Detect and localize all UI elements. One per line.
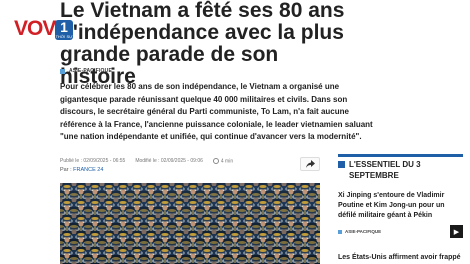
article-lead: Pour célébrer les 80 ans de son indépend… (60, 82, 373, 141)
share-button[interactable] (300, 157, 320, 171)
category-marker-icon (60, 68, 65, 74)
author-prefix: Par : (60, 167, 74, 173)
sidebar-marker-icon (338, 161, 345, 168)
sidebar-item-footer: ASIE-PACIFIQUE ▶ (338, 225, 463, 238)
category-marker-icon (338, 229, 342, 234)
sidebar-item-category-label: ASIE-PACIFIQUE (345, 229, 382, 234)
sidebar-item-text[interactable]: Les États-Unis affirment avoir frappé (338, 253, 463, 263)
arrow-right-icon[interactable]: ▶ (450, 225, 463, 238)
article-title: Le Vietnam a fêté ses 80 ans d'indépenda… (60, 0, 345, 88)
parade-photo-illustration (60, 183, 320, 264)
sidebar-item[interactable]: Les États-Unis affirment avoir frappé (338, 253, 463, 263)
sidebar-title: L'ESSENTIEL DU 3 SEPTEMBRE (349, 160, 421, 180)
clock-icon (212, 158, 219, 164)
sidebar-accent-bar (338, 154, 463, 157)
article-photo (60, 183, 320, 264)
logo-channel-badge: 1 THỜI SỰ (55, 20, 73, 40)
share-icon (305, 160, 315, 168)
logo-text: VOV (14, 17, 56, 40)
sidebar-item[interactable]: Xi Jinping s'entoure de Vladimir Poutine… (338, 191, 463, 238)
category-label: ASIE-PACIFIQUE (69, 68, 112, 74)
published-date: Publié le : 02/09/2025 - 06:55 (60, 158, 126, 165)
read-time-value: 4 min (220, 158, 234, 165)
sidebar-item-category[interactable]: ASIE-PACIFIQUE (338, 229, 381, 234)
article-category[interactable]: ASIE-PACIFIQUE (60, 68, 112, 74)
article-author: Par : FRANCE 24 (60, 167, 103, 173)
logo-channel-number: 1 (60, 19, 68, 35)
author-link[interactable]: FRANCE 24 (73, 167, 103, 173)
modified-date: Modifié le : 02/09/2025 - 09:06 (135, 158, 203, 165)
logo-channel-sub: THỜI SỰ (55, 34, 73, 39)
article-meta: Publié le : 02/09/2025 - 06:55 Modifié l… (60, 158, 233, 164)
read-time: 4 min (212, 158, 234, 165)
sidebar-item-text[interactable]: Xi Jinping s'entoure de Vladimir Poutine… (338, 191, 463, 221)
sidebar-header: L'ESSENTIEL DU 3 SEPTEMBRE (338, 159, 463, 181)
vov-logo[interactable]: VOV 1 THỜI SỰ (14, 17, 73, 40)
